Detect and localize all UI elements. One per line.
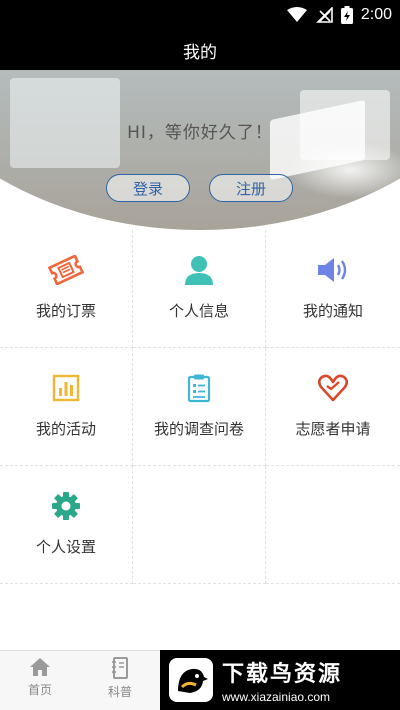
- menu-item-label: 我的调查问卷: [153, 420, 244, 438]
- menu-item-my-tickets[interactable]: 我的订票: [0, 230, 133, 348]
- watermark-text: 下载鸟资源 www.xiazainiao.com: [222, 656, 342, 704]
- book-icon: [112, 657, 128, 679]
- status-icons: 2:00: [286, 0, 392, 30]
- menu-item-my-notifications[interactable]: 我的通知: [266, 230, 400, 348]
- menu-item-personal-info[interactable]: 个人信息: [133, 230, 266, 348]
- menu-item-my-activities[interactable]: 我的活动: [0, 348, 133, 466]
- battery-charging-icon: [340, 6, 353, 24]
- home-icon: [30, 658, 50, 676]
- watermark-title: 下载鸟资源: [222, 662, 343, 687]
- menu-item-label: 我的通知: [302, 302, 363, 320]
- speaker-icon: [315, 252, 351, 288]
- gear-icon: [48, 488, 84, 524]
- menu-item-volunteer-application[interactable]: 志愿者申请: [266, 348, 400, 466]
- clock: 2:00: [360, 6, 392, 23]
- clipboard-icon: [181, 370, 217, 406]
- menu-item-label: 志愿者申请: [295, 420, 371, 438]
- status-bar: 2:00: [0, 0, 400, 30]
- menu-item-my-surveys[interactable]: 我的调查问卷: [133, 348, 266, 466]
- watermark-url: www.xiazainiao.com: [222, 690, 331, 704]
- register-button[interactable]: 注册: [209, 174, 293, 202]
- page-title: 我的: [183, 42, 217, 63]
- menu-item-personal-settings[interactable]: 个人设置: [0, 466, 133, 584]
- menu-item-label: 我的活动: [35, 420, 96, 438]
- menu-item-label: 我的订票: [35, 302, 96, 320]
- profile-header: HI，等你好久了！ 登录 注册: [0, 70, 400, 230]
- greeting-text: HI，等你好久了！: [127, 123, 273, 143]
- no-signal-icon: [315, 7, 333, 23]
- title-bar: 我的: [0, 30, 400, 70]
- ticket-icon: [48, 252, 84, 288]
- empty-grid-cell: [133, 466, 266, 584]
- login-button[interactable]: 登录: [106, 174, 190, 202]
- nav-item-label: 首页: [27, 683, 52, 697]
- menu-item-label: 个人设置: [35, 538, 96, 556]
- person-icon: [181, 252, 217, 288]
- wifi-icon: [286, 7, 307, 22]
- watermark-banner: 下载鸟资源 www.xiazainiao.com: [160, 650, 400, 710]
- heart-icon: [315, 370, 351, 406]
- menu-item-label: 个人信息: [168, 302, 229, 320]
- bar-chart-icon: [48, 370, 84, 406]
- bird-logo-icon: [166, 655, 216, 705]
- menu-grid: 我的订票 个人信息 我的通知 我的活动 我的调查问卷 志愿者申请 个人设置: [0, 230, 400, 584]
- nav-item-label: 科普: [107, 685, 132, 699]
- empty-grid-cell: [266, 466, 400, 584]
- nav-item-science[interactable]: 科普: [90, 657, 150, 700]
- nav-item-home[interactable]: 首页: [10, 657, 70, 698]
